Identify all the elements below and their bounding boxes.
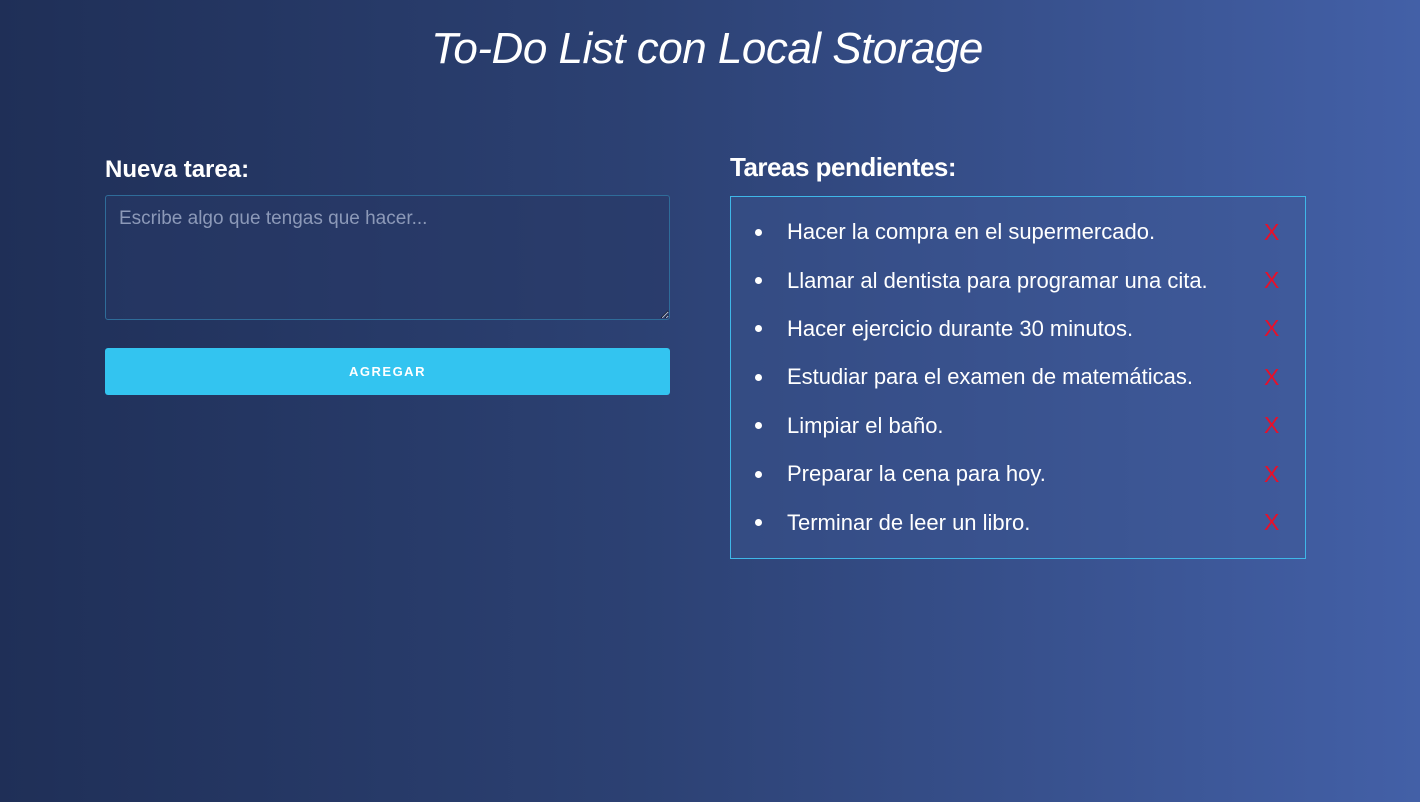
bullet-icon xyxy=(755,228,762,236)
delete-task-button[interactable]: X xyxy=(1264,364,1279,391)
task-text: Hacer la compra en el supermercado. xyxy=(787,219,1156,245)
task-item: Hacer la compra en el supermercado. X xyxy=(731,208,1305,256)
task-item: Terminar de leer un libro. X xyxy=(731,498,1305,546)
task-item: Llamar al dentista para programar una ci… xyxy=(731,256,1305,304)
bullet-icon xyxy=(755,277,762,285)
bullet-icon xyxy=(755,470,762,478)
new-task-panel: Nueva tarea: AGREGAR xyxy=(105,156,670,395)
bullet-icon xyxy=(755,325,762,333)
add-task-button[interactable]: AGREGAR xyxy=(105,348,670,395)
task-list-container: Hacer la compra en el supermercado. X Ll… xyxy=(730,196,1306,559)
new-task-label: Nueva tarea: xyxy=(105,156,250,183)
bullet-icon xyxy=(755,373,762,381)
task-text: Llamar al dentista para programar una ci… xyxy=(787,267,1208,293)
delete-task-button[interactable]: X xyxy=(1264,412,1279,439)
delete-task-button[interactable]: X xyxy=(1264,315,1279,342)
task-text: Preparar la cena para hoy. xyxy=(787,461,1046,487)
task-list: Hacer la compra en el supermercado. X Ll… xyxy=(731,208,1305,547)
bullet-icon xyxy=(755,422,762,430)
task-item: Limpiar el baño. X xyxy=(731,402,1305,450)
delete-task-button[interactable]: X xyxy=(1264,509,1279,536)
task-text: Limpiar el baño. xyxy=(787,412,944,438)
delete-task-button[interactable]: X xyxy=(1264,267,1279,294)
delete-task-button[interactable]: X xyxy=(1264,219,1279,246)
new-task-input[interactable] xyxy=(105,195,670,320)
task-text: Hacer ejercicio durante 30 minutos. xyxy=(787,315,1134,341)
pending-tasks-panel: Tareas pendientes: Hacer la compra en el… xyxy=(730,152,1306,559)
task-item: Estudiar para el examen de matemáticas. … xyxy=(731,353,1305,401)
delete-task-button[interactable]: X xyxy=(1264,461,1279,488)
bullet-icon xyxy=(755,519,762,527)
task-text: Terminar de leer un libro. xyxy=(787,509,1031,535)
task-item: Hacer ejercicio durante 30 minutos. X xyxy=(731,305,1305,353)
page-title: To-Do List con Local Storage xyxy=(431,24,983,73)
task-text: Estudiar para el examen de matemáticas. xyxy=(787,364,1193,390)
task-item: Preparar la cena para hoy. X xyxy=(731,450,1305,498)
pending-tasks-heading: Tareas pendientes: xyxy=(730,152,957,182)
